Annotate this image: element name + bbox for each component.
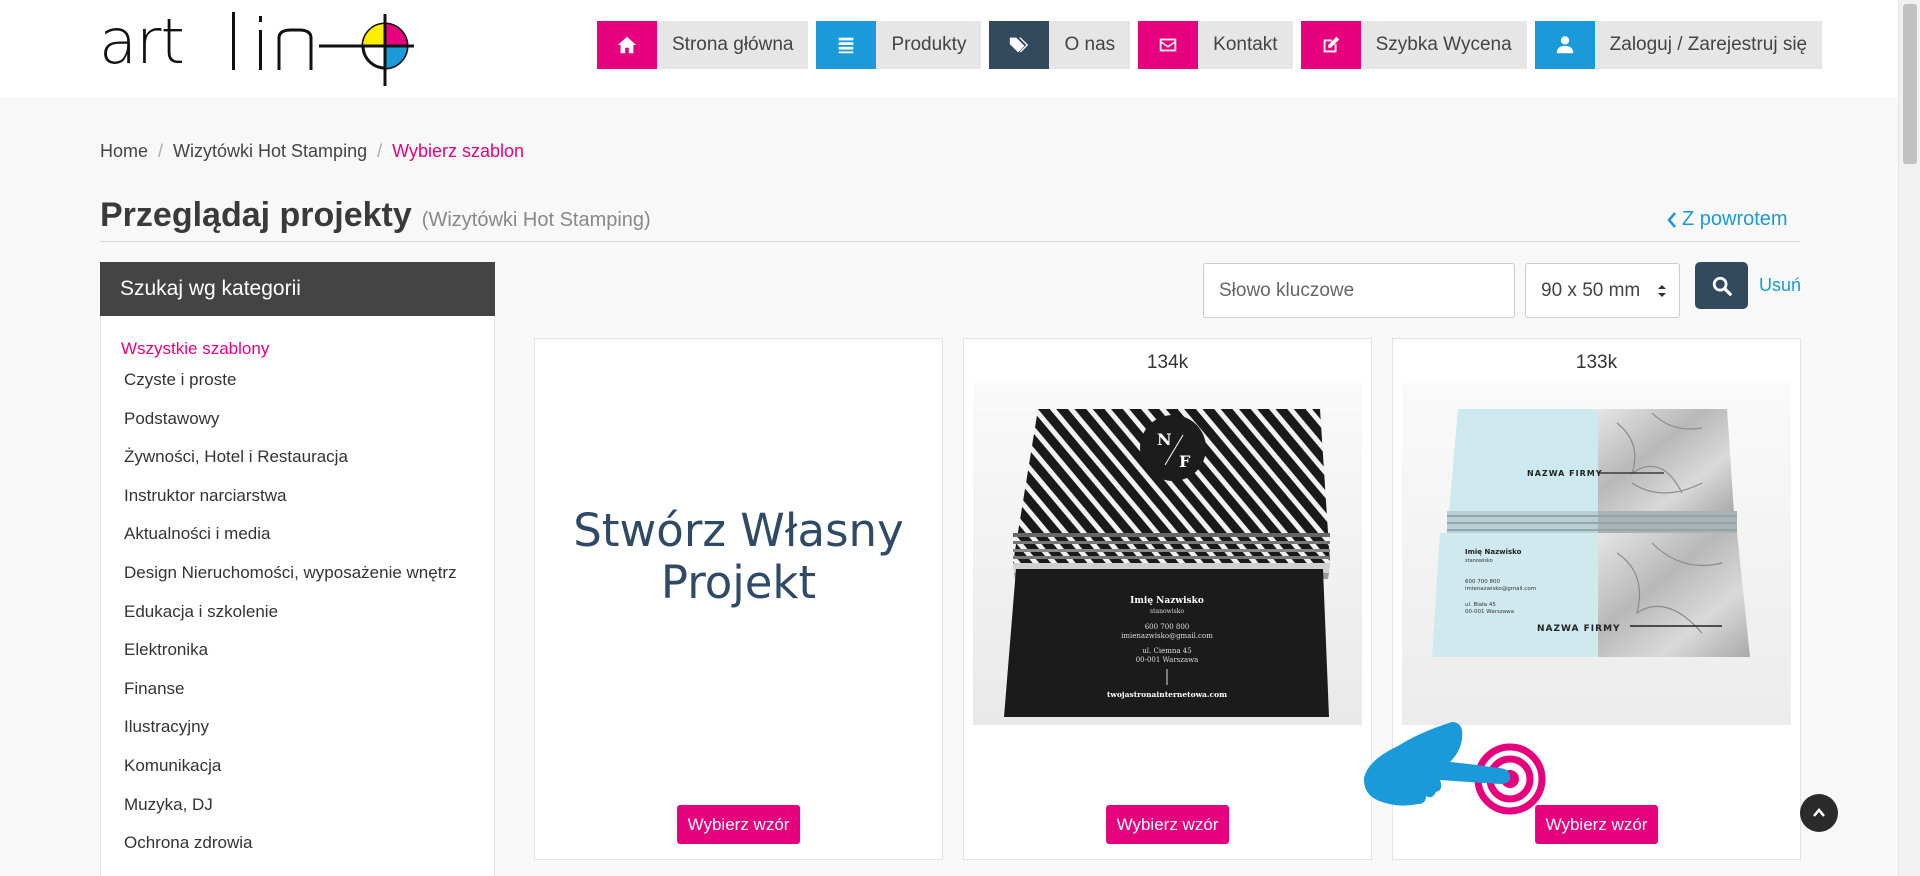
category-item[interactable]: Instruktor narciarstwa: [101, 485, 494, 524]
category-item[interactable]: Muzyka, DJ: [101, 794, 494, 833]
category-item[interactable]: Edukacja i szkolenie: [101, 601, 494, 640]
nav-home-label: Strona główna: [657, 21, 809, 69]
nav-quote-label: Szybka Wycena: [1360, 21, 1527, 69]
sidebar-title: Szukaj wg kategorii: [100, 262, 495, 316]
breadcrumb-current: Wybierz szablon: [392, 141, 524, 161]
back-link[interactable]: Z powrotem: [1666, 208, 1788, 231]
category-item[interactable]: Ochrona zdrowia: [101, 832, 494, 871]
nav-products[interactable]: Produkty: [816, 21, 982, 69]
category-item[interactable]: Żywności, Hotel i Restauracja: [101, 446, 494, 485]
view-count: 134k: [1146, 352, 1189, 373]
breadcrumb-category[interactable]: Wizytówki Hot Stamping: [173, 141, 367, 162]
choose-template-button[interactable]: Wybierz wzór: [1105, 805, 1230, 844]
category-item[interactable]: Podstawowy: [101, 408, 494, 447]
nav-login[interactable]: Zaloguj / Zarejestruj się: [1534, 21, 1823, 69]
page-title: Przeglądaj projekty: [100, 196, 412, 234]
card-email: imienazwisko@gmail.com: [1465, 586, 1536, 592]
nav-contact-label: Kontakt: [1198, 21, 1293, 69]
category-item[interactable]: Elektronika: [101, 639, 494, 678]
search-icon: [1712, 276, 1732, 296]
page-scrollbar[interactable]: [1898, 0, 1920, 876]
nav-products-label: Produkty: [876, 21, 982, 69]
category-list: Wszystkie szablony Czyste i proste Podst…: [101, 316, 494, 871]
nav-quote[interactable]: Szybka Wycena: [1300, 21, 1527, 69]
create-own-project-text: Stwórz Własny Projekt: [573, 504, 904, 609]
nav-contact[interactable]: Kontakt: [1138, 21, 1293, 69]
category-item-all[interactable]: Wszystkie szablony: [101, 338, 494, 369]
card-name: Imię Nazwisko: [1465, 548, 1522, 556]
page-subtitle: (Wizytówki Hot Stamping): [421, 209, 651, 231]
keyword-search-input[interactable]: [1203, 263, 1515, 318]
card-phone: 600 700 800: [1465, 579, 1500, 585]
card-company-top: NAZWA FIRMY: [1527, 469, 1602, 478]
category-item[interactable]: Komunikacja: [101, 755, 494, 794]
nav-about-label: O nas: [1049, 21, 1131, 69]
category-item[interactable]: Design Nieruchomości, wyposażenie wnętrz: [101, 562, 494, 601]
back-to-top-button[interactable]: [1800, 794, 1838, 832]
select-arrows-icon: [1658, 285, 1666, 297]
main-nav: Strona główna Produkty O nas Kontakt Szy…: [597, 21, 1823, 69]
card-role: stanowisko: [1465, 558, 1493, 564]
template-preview-image: NAZWA FIRMY Imię Nazwisko stanowisko 600…: [1402, 383, 1791, 725]
chevron-left-icon: [1667, 211, 1676, 228]
tags-icon: [989, 21, 1050, 69]
clear-filters-link[interactable]: Usuń: [1759, 275, 1801, 296]
card-address2: 00-001 Warszawa: [1465, 609, 1514, 615]
edit-icon: [1300, 21, 1361, 69]
category-item[interactable]: Aktualności i media: [101, 523, 494, 562]
site-header: art Strona główna Produkty O nas Kontakt…: [0, 0, 1898, 97]
breadcrumb: Home / Wizytówki Hot Stamping / Wybierz …: [100, 141, 524, 162]
home-icon: [597, 21, 657, 69]
card-website: twojastronainternetowa.com: [1107, 690, 1227, 699]
svg-text:art: art: [99, 6, 184, 78]
scrollbar-thumb[interactable]: [1903, 4, 1917, 164]
back-link-label: Z powrotem: [1682, 208, 1788, 230]
template-card[interactable]: 134k N F Imię Nazwisko stanowisko 600 70…: [963, 338, 1372, 860]
size-select-value: 90 x 50 mm: [1541, 279, 1641, 301]
template-preview-image: N F Imię Nazwisko stanowisko 600 700 800…: [973, 383, 1362, 725]
card-phone: 600 700 800: [1145, 623, 1190, 631]
category-item[interactable]: Finanse: [101, 678, 494, 717]
card-address1: ul. Biała 45: [1465, 602, 1496, 608]
user-icon: [1534, 21, 1595, 69]
monogram-n: N: [1157, 430, 1172, 449]
envelope-icon: [1138, 21, 1199, 69]
category-sidebar: Szukaj wg kategorii Wszystkie szablony C…: [100, 262, 495, 876]
monogram-f: F: [1179, 452, 1191, 471]
page-heading: Przeglądaj projekty (Wizytówki Hot Stamp…: [100, 196, 651, 235]
heading-divider: [100, 241, 1800, 242]
template-card-create-own[interactable]: Stwórz Własny Projekt Wybierz wzór: [534, 338, 943, 860]
nav-home[interactable]: Strona główna: [597, 21, 809, 69]
nav-about[interactable]: O nas: [989, 21, 1131, 69]
breadcrumb-separator: /: [158, 141, 164, 161]
card-address2: 00-001 Warszawa: [1136, 656, 1199, 664]
breadcrumb-home[interactable]: Home: [100, 141, 148, 162]
list-icon: [816, 21, 877, 69]
category-item[interactable]: Ilustracyjny: [101, 716, 494, 755]
choose-template-button[interactable]: Wybierz wzór: [676, 805, 801, 844]
size-select[interactable]: 90 x 50 mm: [1525, 263, 1680, 318]
search-button[interactable]: [1695, 262, 1748, 309]
breadcrumb-separator: /: [377, 141, 383, 161]
card-name: Imię Nazwisko: [1130, 596, 1204, 606]
card-address1: ul. Ciemna 45: [1142, 647, 1191, 655]
card-email: imienazwisko@gmail.com: [1121, 632, 1213, 640]
view-count: 133k: [1575, 352, 1618, 373]
card-company-bottom: NAZWA FIRMY: [1537, 624, 1621, 634]
pointing-hand-icon: [1363, 722, 1546, 815]
category-item[interactable]: Czyste i proste: [101, 369, 494, 408]
nav-login-label: Zaloguj / Zarejestruj się: [1594, 21, 1823, 69]
chevron-up-icon: [1813, 808, 1825, 817]
card-role: stanowisko: [1150, 608, 1184, 615]
artline-logo[interactable]: art: [99, 6, 414, 86]
